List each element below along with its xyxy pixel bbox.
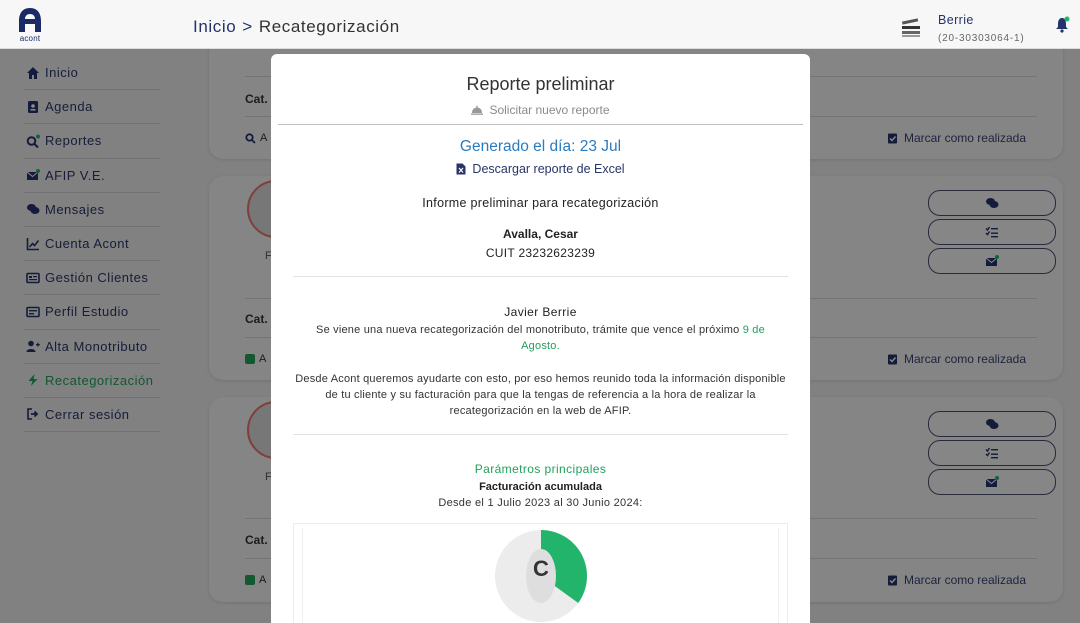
breadcrumb-separator: >: [242, 17, 253, 36]
modal-divider: [293, 276, 788, 277]
logo-text: acont: [19, 34, 41, 43]
request-new-report-button[interactable]: Solicitar nuevo reporte: [271, 103, 810, 117]
intro-text: Se viene una nueva recategorización del …: [316, 324, 743, 336]
report-heading: Informe preliminar para recategorización: [422, 196, 659, 210]
file-excel-icon: [456, 163, 466, 175]
top-header: acont Inicio > Recategorización Berrie (20…: [0, 0, 1080, 49]
request-new-report-label: Solicitar nuevo reporte: [489, 103, 610, 117]
params-title: Parámetros principales: [474, 462, 607, 476]
user-cuit: (20-30303064-1): [938, 33, 1025, 44]
breadcrumb-current: Recategorización: [258, 17, 400, 36]
report-modal: Reporte preliminar Solicitar nuevo repor…: [271, 54, 810, 623]
modal-divider: [278, 124, 803, 125]
bell-icon[interactable]: [1054, 16, 1070, 34]
modal-divider: [293, 434, 788, 435]
bell-service-icon: [471, 105, 484, 115]
download-excel-link[interactable]: Descargar reporte de Excel: [271, 162, 810, 176]
user-name[interactable]: Berrie: [938, 13, 974, 27]
intro-end: .: [556, 340, 560, 352]
breadcrumb: Inicio > Recategorización: [193, 17, 400, 37]
greeting-name: Javier Berrie: [504, 305, 577, 319]
category-letter: C: [533, 556, 549, 581]
modal-title: Reporte preliminar: [466, 74, 615, 94]
billing-title: Facturación acumulada: [479, 481, 602, 493]
client-cuit: CUIT 23232623239: [485, 246, 596, 260]
download-excel-label: Descargar reporte de Excel: [472, 162, 625, 176]
acont-logo[interactable]: acont: [14, 6, 46, 46]
generated-date: Generado el día: 23 Jul: [459, 138, 622, 155]
intro-paragraph: Se viene una nueva recategorización del …: [303, 322, 778, 354]
user-stack-icon[interactable]: [898, 14, 924, 40]
billing-range: Desde el 1 Julio 2023 al 30 Junio 2024:: [438, 497, 643, 509]
description-paragraph: Desde Acont queremos ayudarte con esto, …: [295, 373, 786, 417]
breadcrumb-home[interactable]: Inicio: [193, 17, 236, 36]
acont-logo-icon: [19, 8, 41, 32]
client-name: Avalla, Cesar: [503, 227, 578, 241]
